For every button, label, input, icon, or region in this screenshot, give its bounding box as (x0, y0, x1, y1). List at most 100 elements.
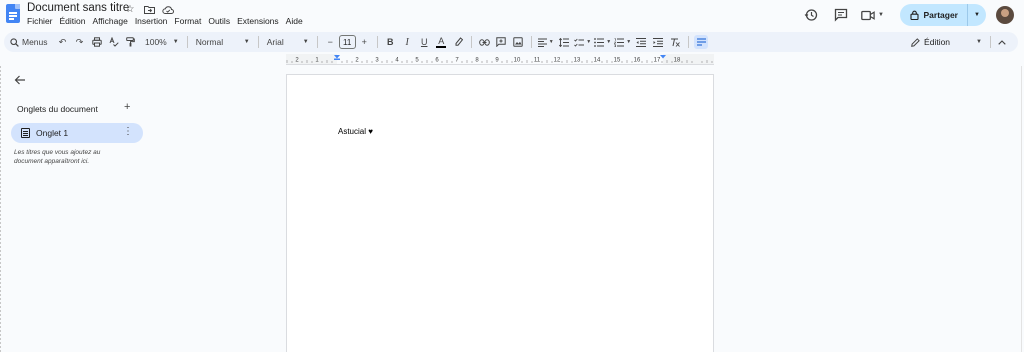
menu-outils[interactable]: Outils (208, 16, 230, 26)
undo-icon[interactable]: ↶ (54, 32, 71, 52)
font-select[interactable]: Arial ▼ (263, 32, 313, 52)
hide-menus-icon[interactable] (693, 32, 710, 52)
text-color-icon[interactable]: A (433, 32, 450, 52)
vertical-ruler (0, 66, 1, 352)
first-line-indent-marker (334, 58, 340, 60)
increase-indent-icon[interactable] (650, 32, 667, 52)
move-folder-icon[interactable] (143, 3, 155, 15)
font-value: Arial (266, 37, 284, 47)
chevron-down-icon: ▼ (626, 39, 632, 45)
meet-video-icon[interactable]: ▼ (860, 4, 886, 26)
document-page[interactable]: Astucial ♥ (286, 74, 714, 352)
toolbar-divider (687, 36, 689, 48)
increase-font-size-icon[interactable]: + (356, 32, 373, 52)
back-arrow-icon[interactable] (14, 74, 28, 88)
cloud-saved-icon[interactable] (162, 3, 174, 15)
ruler-label: 15 (614, 58, 621, 64)
ruler-label: 17 (654, 58, 661, 64)
bullet-list-icon (594, 37, 605, 47)
menus-search-label: Menus (22, 37, 48, 47)
chevron-down-icon: ▼ (606, 39, 612, 45)
zoom-select[interactable]: 100% ▼ (141, 32, 183, 52)
ruler-label: 16 (634, 58, 641, 64)
toolbar-divider (316, 36, 318, 48)
highlight-icon[interactable] (450, 32, 467, 52)
align-select[interactable]: ▼ (536, 32, 556, 52)
ruler-margin-right (663, 54, 714, 65)
share-button[interactable]: Partager ▼ (899, 4, 986, 26)
line-spacing-icon[interactable] (556, 32, 573, 52)
chevron-down-icon: ▼ (976, 39, 982, 45)
document-body-text[interactable]: Astucial ♥ (338, 127, 373, 136)
menu-fichier[interactable]: Fichier (27, 16, 53, 26)
menu-aide[interactable]: Aide (286, 16, 303, 26)
toolbar-divider (376, 36, 378, 48)
menu-extensions[interactable]: Extensions (237, 16, 279, 26)
toolbar: Menus ↶ ↷ 100% ▼ Normal ▼ Arial ▼ − 11 +… (4, 32, 1018, 52)
scrollbar-track[interactable] (1021, 66, 1022, 352)
underline-icon[interactable]: U (416, 32, 433, 52)
ruler-label: 3 (375, 58, 379, 64)
editing-mode-select[interactable]: Édition ▼ (911, 32, 982, 52)
align-left-icon (537, 38, 547, 47)
italic-icon[interactable]: I (399, 32, 416, 52)
spellcheck-icon[interactable] (105, 32, 122, 52)
bold-icon[interactable]: B (382, 32, 399, 52)
toolbar-divider (257, 36, 259, 48)
menu-insertion[interactable]: Insertion (135, 16, 168, 26)
insert-link-icon[interactable] (476, 32, 493, 52)
ruler-label: 14 (594, 58, 601, 64)
clear-formatting-icon[interactable] (667, 32, 684, 52)
comments-icon[interactable] (830, 4, 852, 26)
ruler-margin-left (286, 54, 337, 65)
chevron-down-icon: ▼ (548, 39, 554, 45)
font-size-input[interactable]: 11 (338, 35, 356, 49)
docs-logo-icon[interactable] (6, 4, 20, 23)
menu-affichage[interactable]: Affichage (93, 16, 128, 26)
bullet-list-select[interactable]: ▼ (593, 32, 613, 52)
app-header: Document sans titre ☆ Fichier Édition Af… (0, 0, 1024, 30)
history-icon[interactable] (800, 4, 822, 26)
numbered-list-icon (614, 37, 625, 47)
numbered-list-select[interactable]: ▼ (613, 32, 633, 52)
ruler-label: 9 (495, 58, 499, 64)
tab-onglet-1[interactable]: Onglet 1 ⋮ (11, 123, 143, 143)
chevron-down-icon: ▼ (878, 12, 884, 18)
chevron-down-icon: ▼ (302, 39, 309, 45)
print-icon[interactable] (88, 32, 105, 52)
avatar[interactable] (996, 6, 1014, 24)
document-tabs-title: Onglets du document (17, 104, 98, 114)
more-options-icon[interactable]: ⋮ (123, 127, 133, 137)
ruler-label: 8 (475, 58, 479, 64)
horizontal-ruler[interactable]: 2 1 2 3 4 5 6 7 8 9 10 11 12 13 14 15 16 17 18 (286, 54, 714, 65)
paint-format-icon[interactable] (122, 32, 139, 52)
style-select[interactable]: Normal ▼ (192, 32, 254, 52)
star-icon[interactable]: ☆ (124, 3, 136, 15)
tab-label: Onglet 1 (36, 128, 69, 138)
decrease-font-size-icon[interactable]: − (322, 32, 339, 52)
menu-format[interactable]: Format (174, 16, 201, 26)
zoom-value: 100% (145, 37, 167, 47)
ruler-label: 6 (435, 58, 439, 64)
style-value: Normal (195, 37, 224, 47)
share-dropdown-icon[interactable]: ▼ (968, 4, 986, 26)
menus-search[interactable]: Menus (4, 32, 54, 52)
decrease-indent-icon[interactable] (633, 32, 650, 52)
redo-icon[interactable]: ↷ (71, 32, 88, 52)
add-comment-icon[interactable] (493, 32, 510, 52)
collapse-toolbar-icon[interactable] (998, 32, 1006, 52)
ruler-label: 12 (554, 58, 561, 64)
document-title[interactable]: Document sans titre (27, 2, 129, 14)
checklist-select[interactable]: ▼ (573, 32, 593, 52)
menu-bar: Fichier Édition Affichage Insertion Form… (27, 16, 303, 26)
add-tab-icon[interactable]: + (124, 101, 130, 113)
menu-edition[interactable]: Édition (60, 16, 86, 26)
insert-image-icon[interactable] (510, 32, 527, 52)
ruler-label: 5 (415, 58, 419, 64)
ruler-label: 13 (574, 58, 581, 64)
toolbar-divider (186, 36, 188, 48)
share-label: Partager (923, 10, 959, 20)
search-icon (10, 37, 19, 47)
chevron-down-icon: ▼ (243, 39, 250, 45)
chevron-down-icon: ▼ (172, 39, 179, 45)
